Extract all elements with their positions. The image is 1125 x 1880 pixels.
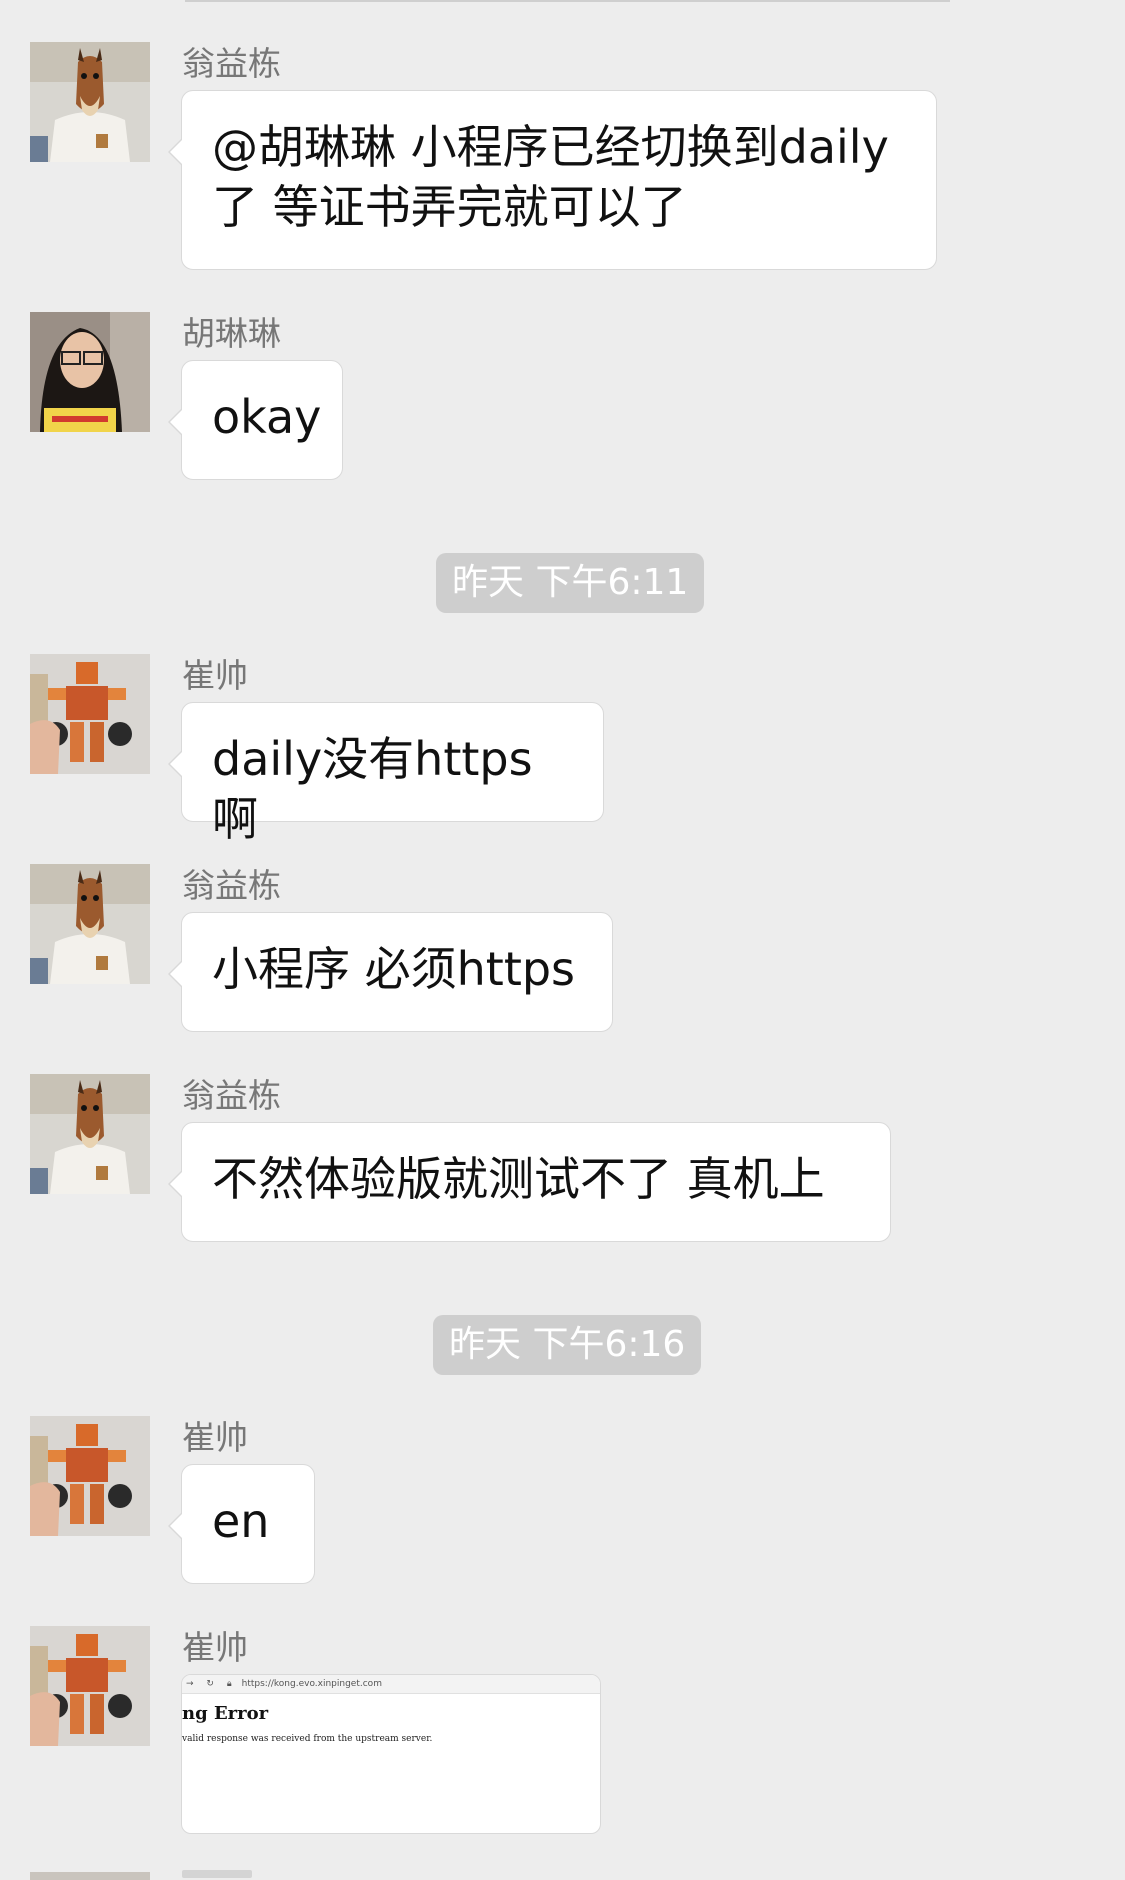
lock-icon: 🔒︎	[226, 1679, 232, 1689]
message-bubble[interactable]: okay	[168, 360, 343, 480]
image-message[interactable]: → ↻ 🔒︎ https://kong.evo.xinpinget.com ng …	[181, 1674, 601, 1834]
message-bubble[interactable]: 小程序 必须https	[168, 912, 613, 1032]
woman-avatar[interactable]	[30, 312, 150, 432]
sender-name: 崔帅	[182, 656, 248, 695]
horse-avatar[interactable]	[30, 42, 150, 162]
sender-name: 翁益栋	[182, 866, 281, 905]
sender-name: 翁益栋	[182, 1076, 281, 1115]
forward-icon: →	[186, 1679, 194, 1689]
message-bubble[interactable]: en	[168, 1464, 315, 1584]
robot-toy-avatar[interactable]	[30, 654, 150, 774]
sender-name: 胡琳琳	[182, 314, 281, 353]
message-bubble[interactable]: @胡琳琳 小程序已经切换到daily了 等证书弄完就可以了	[168, 90, 937, 270]
sender-name: 崔帅	[182, 1628, 248, 1667]
sender-name-partial	[182, 1870, 252, 1878]
reload-icon: ↻	[206, 1679, 214, 1689]
sender-name: 崔帅	[182, 1418, 248, 1457]
top-divider	[185, 0, 950, 2]
message-bubble[interactable]: daily没有https啊	[168, 702, 604, 846]
message-bubble[interactable]: 不然体验版就测试不了 真机上	[168, 1122, 891, 1242]
horse-avatar[interactable]	[30, 1074, 150, 1194]
screenshot-url: https://kong.evo.xinpinget.com	[241, 1679, 382, 1689]
screenshot-heading: ng Error	[182, 1703, 269, 1724]
horse-avatar[interactable]	[30, 864, 150, 984]
robot-toy-avatar[interactable]	[30, 1416, 150, 1536]
timestamp: 昨天 下午6:16	[433, 1315, 702, 1375]
robot-toy-avatar[interactable]	[30, 1626, 150, 1746]
screenshot-body-text: valid response was received from the ups…	[182, 1734, 433, 1744]
sender-name: 翁益栋	[182, 44, 281, 83]
timestamp: 昨天 下午6:11	[436, 553, 705, 613]
browser-address-bar: → ↻ 🔒︎ https://kong.evo.xinpinget.com	[182, 1675, 600, 1694]
